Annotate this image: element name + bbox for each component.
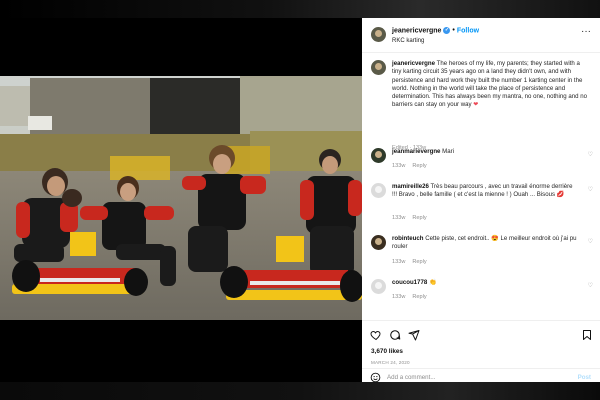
- comment-avatar[interactable]: [371, 235, 386, 250]
- comment-username[interactable]: mamireille26: [392, 183, 429, 190]
- post-date: MARCH 24, 2020: [371, 360, 410, 365]
- post-location[interactable]: RKC karting: [392, 38, 424, 44]
- comment-meta: 133w Reply: [392, 259, 434, 265]
- post-comment-button[interactable]: Post: [578, 374, 591, 381]
- comment-username[interactable]: robinteuch: [392, 235, 423, 242]
- heart-icon[interactable]: [370, 329, 382, 341]
- caption-avatar[interactable]: [371, 60, 386, 75]
- comment-meta: 133w Reply: [392, 163, 434, 169]
- karting-family-photo: [0, 76, 362, 320]
- verified-badge-icon: ✓: [443, 27, 451, 34]
- comment-like-heart-icon[interactable]: ♡: [588, 282, 593, 289]
- likes-count[interactable]: 3,670 likes: [371, 348, 403, 355]
- comment-avatar[interactable]: [371, 279, 386, 294]
- post-header: jeanericvergne ✓ • Follow RKC karting ···: [362, 18, 600, 53]
- post-photo[interactable]: [0, 76, 362, 320]
- reply-button[interactable]: Reply: [412, 259, 426, 265]
- share-icon[interactable]: [408, 329, 420, 341]
- comment-icon[interactable]: [389, 329, 401, 341]
- author-username[interactable]: jeanericvergne: [392, 27, 441, 34]
- comment-body: 👏: [428, 279, 437, 286]
- post-actions: 3,670 likes MARCH 24, 2020 Add a comment…: [362, 320, 600, 383]
- backdrop-top-strip: [0, 0, 600, 18]
- comment-meta: 133w Reply: [392, 215, 434, 221]
- post-side-panel: jeanericvergne ✓ • Follow RKC karting ··· j…: [362, 18, 600, 383]
- add-comment-input[interactable]: Add a comment...: [387, 374, 436, 381]
- comment-like-heart-icon[interactable]: ♡: [588, 238, 593, 245]
- comment-text: robinteuch Cette piste, cet endroit.. 😍 …: [392, 235, 577, 252]
- comment-body: Mari: [442, 148, 455, 155]
- comment-age: 133w: [392, 294, 406, 300]
- comment-avatar[interactable]: [371, 148, 386, 163]
- author-line: jeanericvergne ✓ • Follow: [392, 27, 479, 34]
- caption-body: The heroes of my life, my parents; they …: [392, 60, 588, 109]
- caption-text: jeanericvergne The heroes of my life, my…: [392, 60, 589, 110]
- caption-username[interactable]: jeanericvergne: [392, 60, 435, 67]
- comment-text: coucou1778 👏: [392, 279, 577, 287]
- comment-avatar[interactable]: [371, 183, 386, 198]
- follow-button[interactable]: Follow: [457, 27, 479, 34]
- comment-username[interactable]: jeanmarievergne: [392, 148, 440, 155]
- reply-button[interactable]: Reply: [412, 163, 426, 169]
- comment-username[interactable]: coucou1778: [392, 279, 427, 286]
- header-separator: •: [452, 27, 455, 35]
- more-options-icon[interactable]: ···: [581, 26, 591, 37]
- author-avatar[interactable]: [371, 27, 386, 42]
- reply-button[interactable]: Reply: [412, 294, 426, 300]
- comment-like-heart-icon[interactable]: ♡: [588, 151, 593, 158]
- reply-button[interactable]: Reply: [412, 215, 426, 221]
- comment-age: 133w: [392, 163, 406, 169]
- comment-age: 133w: [392, 215, 406, 221]
- add-comment-bar: Add a comment... Post: [362, 368, 600, 387]
- emoji-icon[interactable]: [370, 372, 381, 383]
- red-heart-emoji: ❤: [473, 101, 479, 109]
- comment-text: jeanmarievergne Mari: [392, 148, 577, 156]
- bookmark-icon[interactable]: [581, 329, 593, 341]
- comment-meta: 133w Reply: [392, 294, 434, 300]
- comment-like-heart-icon[interactable]: ♡: [588, 186, 593, 193]
- comment-text: mamireille26 Très beau parcours , avec u…: [392, 183, 577, 200]
- comment-age: 133w: [392, 259, 406, 265]
